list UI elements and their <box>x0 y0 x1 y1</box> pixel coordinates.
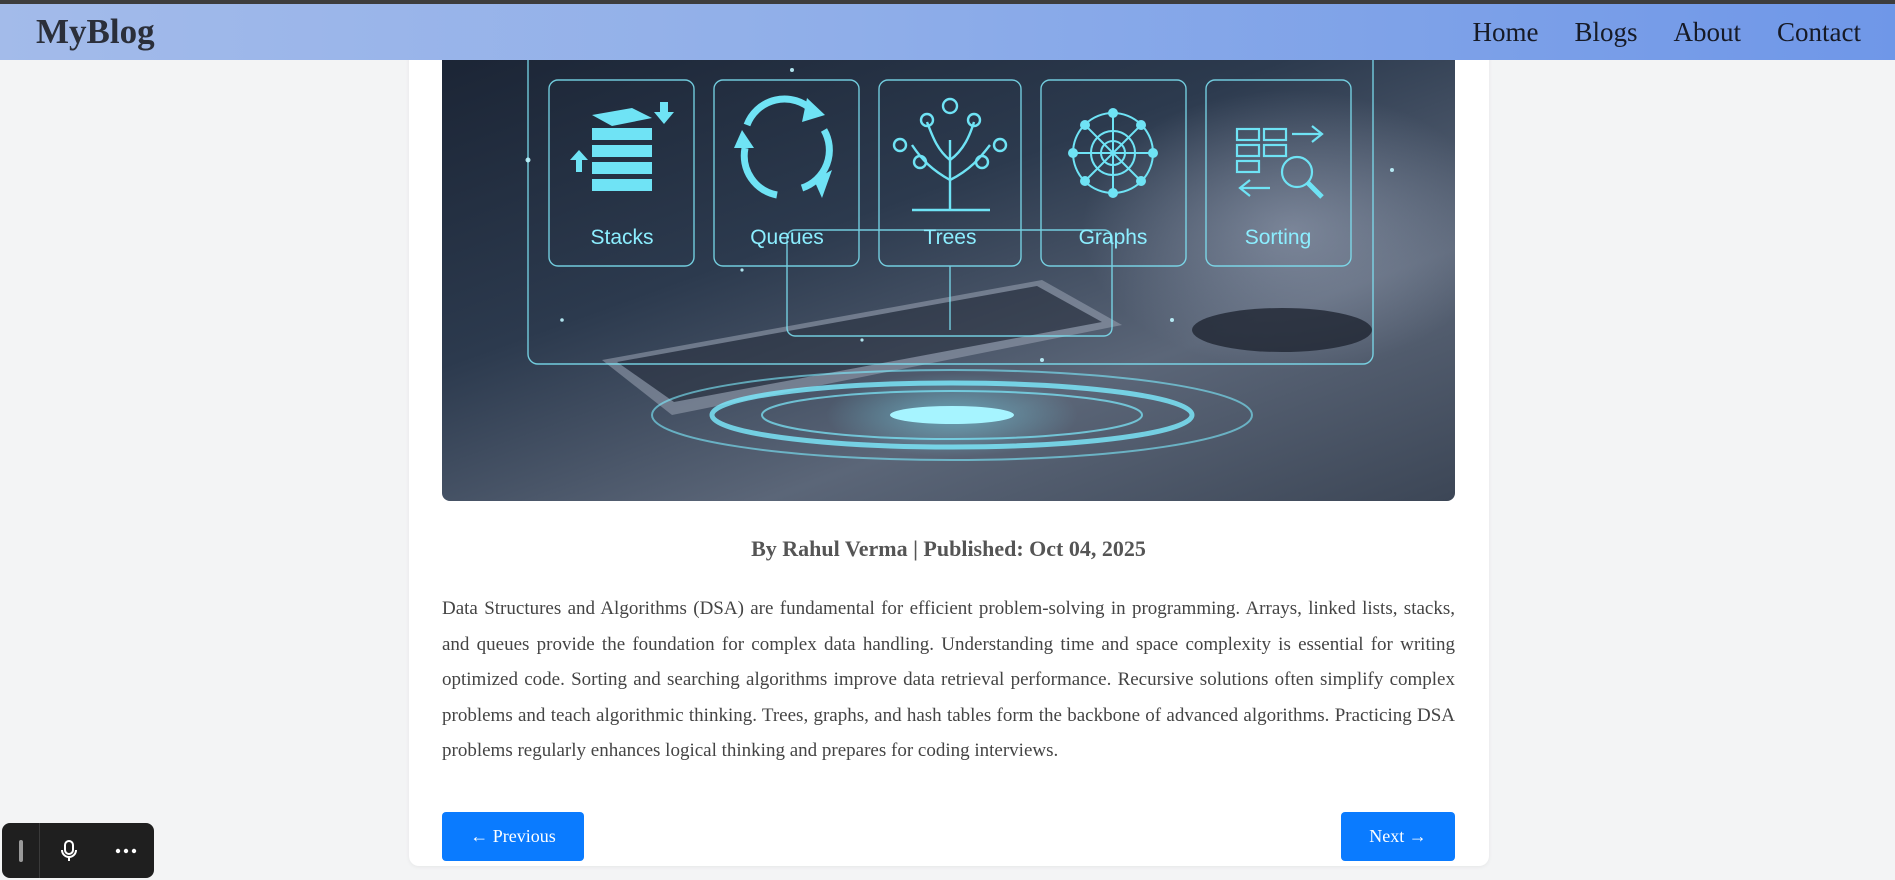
navbar: MyBlog Home Blogs About Contact <box>0 4 1895 60</box>
hero-label-sorting: Sorting <box>1244 226 1312 249</box>
mouse-shape <box>1192 308 1372 352</box>
hero-label-graphs: Graphs <box>1078 226 1148 249</box>
nav-link-blogs[interactable]: Blogs <box>1574 17 1637 48</box>
sorting-icon <box>1235 125 1324 199</box>
hero-label-trees: Trees <box>923 226 977 249</box>
hero-label-queues: Queues <box>750 226 824 249</box>
nav-links: Home Blogs About Contact <box>1473 17 1862 48</box>
nav-link-home[interactable]: Home <box>1473 17 1539 48</box>
next-button[interactable]: Next → <box>1341 812 1455 861</box>
nav-link-about[interactable]: About <box>1674 17 1742 48</box>
brand-logo[interactable]: MyBlog <box>36 12 155 52</box>
microphone-icon[interactable] <box>40 823 97 878</box>
nav-link-contact[interactable]: Contact <box>1777 17 1861 48</box>
previous-button[interactable]: ← Previous <box>442 812 584 861</box>
hero-illustration <box>525 47 1394 461</box>
drag-handle-icon[interactable] <box>2 823 40 878</box>
post-hero-image: Stacks Queues Trees Graphs Sorting <box>442 30 1455 501</box>
more-icon[interactable] <box>97 823 154 878</box>
trees-icon <box>892 97 1008 212</box>
hero-label-stacks: Stacks <box>590 226 654 249</box>
stacks-icon <box>570 102 674 191</box>
post-body: Data Structures and Algorithms (DSA) are… <box>442 598 1455 761</box>
post-meta: By Rahul Verma | Published: Oct 04, 2025 <box>751 536 1146 561</box>
voice-toolbar <box>2 823 154 878</box>
